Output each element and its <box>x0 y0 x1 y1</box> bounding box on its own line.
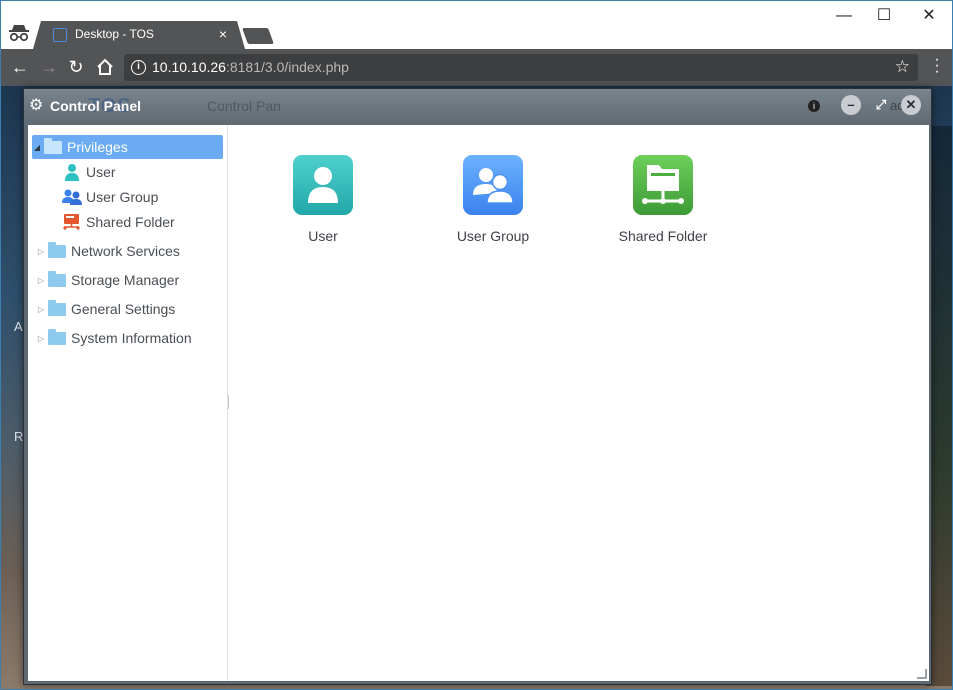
sidebar-item-label: User <box>86 164 116 180</box>
control-panel-window: TOS Control Pan i adn ⚙ Control Panel – … <box>23 88 932 685</box>
sidebar-item-label: Shared Folder <box>86 214 175 230</box>
collapsed-arrow-icon[interactable]: ▷ <box>36 276 46 285</box>
shared-folder-icon[interactable] <box>633 155 693 215</box>
browser-toolbar: ← → ↻ i 10.10.10.26:8181/3.0/index.php ☆… <box>1 49 952 86</box>
sidebar-item-label: Network Services <box>71 243 180 259</box>
minimize-button[interactable]: — <box>824 5 864 29</box>
back-button[interactable]: ← <box>10 57 30 77</box>
desktop-label: A <box>14 319 23 334</box>
collapsed-arrow-icon[interactable]: ▷ <box>36 247 46 256</box>
sidebar-item-label: General Settings <box>71 301 176 317</box>
browser-menu-icon[interactable]: · · · <box>934 52 940 80</box>
panel-close-icon[interactable]: ✕ <box>901 95 921 115</box>
expanded-arrow-icon[interactable]: ◢ <box>32 143 42 152</box>
resize-grip[interactable] <box>917 669 927 679</box>
tab-title: Desktop - TOS <box>75 27 154 41</box>
sidebar-item-label: Privileges <box>67 139 128 155</box>
user-icon <box>65 164 79 181</box>
sidebar-item-label: User Group <box>86 189 159 205</box>
sidebar-item-network-services[interactable]: ▷ Network Services <box>36 239 222 263</box>
user-icon[interactable] <box>293 155 353 215</box>
site-info-icon[interactable]: i <box>131 60 146 75</box>
user-group-icon[interactable] <box>463 155 523 215</box>
folder-icon <box>48 299 66 316</box>
reload-button[interactable]: ↻ <box>66 57 86 77</box>
sidebar-item-label: Storage Manager <box>71 272 180 288</box>
sidebar-item-storage-manager[interactable]: ▷ Storage Manager <box>36 268 222 292</box>
folder-icon <box>48 241 66 258</box>
panel-minimize-icon[interactable]: – <box>841 95 861 115</box>
app-label: User <box>308 228 338 244</box>
address-bar[interactable]: i 10.10.10.26:8181/3.0/index.php ☆ <box>124 54 918 81</box>
folder-icon <box>48 270 66 287</box>
sidebar-tree: ◢ Privileges User User Group Shared Fold… <box>28 125 228 681</box>
app-user-group[interactable]: User Group <box>423 155 563 255</box>
desktop-label: R <box>14 429 24 444</box>
folder-icon <box>48 328 66 345</box>
sidebar-item-user-group[interactable]: User Group <box>62 185 222 209</box>
title-bar: Desktop - TOS × — ☐ ✕ <box>1 1 952 49</box>
shared-folder-icon <box>63 214 80 230</box>
tab-close-icon[interactable]: × <box>219 26 227 42</box>
control-panel-body: ◢ Privileges User User Group Shared Fold… <box>28 125 929 681</box>
app-user[interactable]: User <box>253 155 393 255</box>
close-window-button[interactable]: ✕ <box>909 5 949 29</box>
bookmark-star-icon[interactable]: ☆ <box>895 57 910 77</box>
control-panel-header[interactable]: TOS Control Pan i adn ⚙ Control Panel – … <box>24 89 931 125</box>
folder-icon <box>44 137 62 154</box>
home-icon[interactable] <box>95 57 115 77</box>
browser-tab[interactable]: Desktop - TOS × <box>33 21 245 49</box>
user-group-icon <box>62 189 82 205</box>
gear-icon: ⚙ <box>29 97 44 114</box>
app-shared-folder[interactable]: Shared Folder <box>593 155 733 255</box>
sidebar-item-user[interactable]: User <box>62 160 222 184</box>
panel-maximize-icon[interactable]: ⤢ <box>871 95 891 115</box>
forward-button[interactable]: → <box>39 57 59 77</box>
app-label: Shared Folder <box>618 228 708 244</box>
collapsed-arrow-icon[interactable]: ▷ <box>36 305 46 314</box>
app-label: User Group <box>456 228 530 244</box>
sidebar-splitter[interactable] <box>228 395 230 409</box>
ghost-info-icon: i <box>808 100 820 112</box>
browser-window: Desktop - TOS × — ☐ ✕ ← → ↻ i 10.10.10.2… <box>0 0 953 690</box>
incognito-icon <box>9 25 29 42</box>
url-text[interactable]: 10.10.10.26:8181/3.0/index.php <box>152 59 349 75</box>
new-tab-button[interactable] <box>242 28 274 44</box>
maximize-button[interactable]: ☐ <box>864 5 904 29</box>
control-panel-title: Control Panel <box>50 98 142 114</box>
collapsed-arrow-icon[interactable]: ▷ <box>36 334 46 343</box>
sidebar-item-shared-folder[interactable]: Shared Folder <box>62 210 222 234</box>
ghost-taskbar-tab: Control Pan <box>207 98 281 114</box>
sidebar-item-privileges[interactable]: ◢ Privileges <box>32 135 223 159</box>
tos-favicon-icon <box>53 28 67 42</box>
sidebar-item-label: System Information <box>71 330 192 346</box>
sidebar-item-general-settings[interactable]: ▷ General Settings <box>36 297 222 321</box>
sidebar-item-system-information[interactable]: ▷ System Information <box>36 326 222 350</box>
